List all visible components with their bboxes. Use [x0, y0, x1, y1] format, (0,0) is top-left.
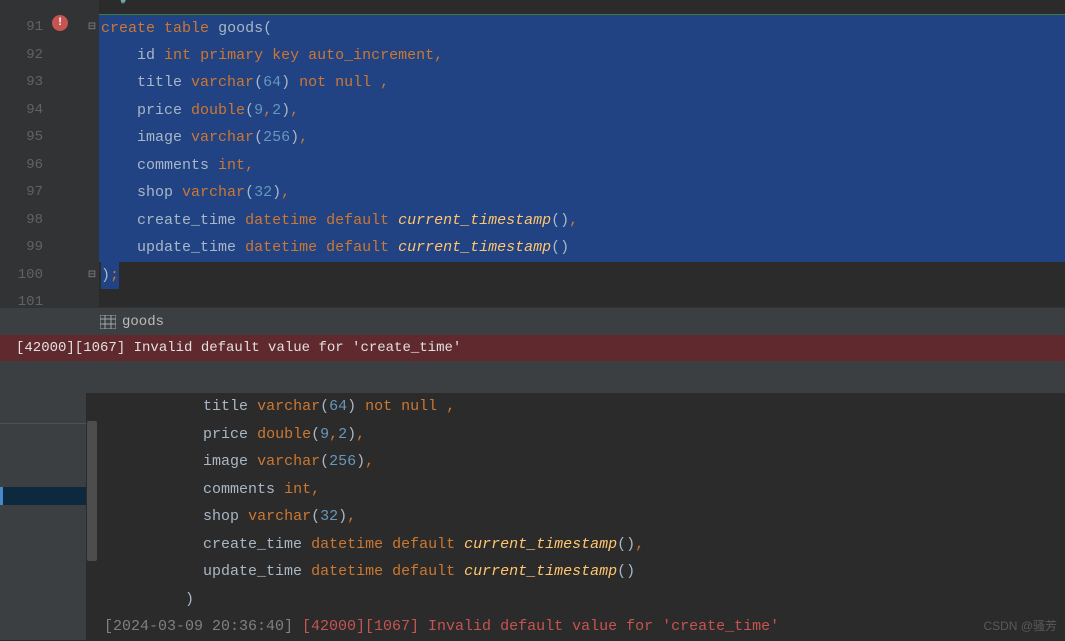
- console-line: title varchar(64) not null ,: [104, 393, 1065, 421]
- left-margin: [0, 0, 10, 307]
- code-line[interactable]: [99, 289, 1065, 317]
- line-number: 100: [10, 262, 43, 290]
- line-number: 98: [10, 207, 43, 235]
- console-error-line: [2024-03-09 20:36:40] [42000][1067] Inva…: [104, 613, 1065, 641]
- code-editor[interactable]: 919293949596979899100101 ! ⊟ ⊟ 💡 create …: [0, 0, 1065, 307]
- gutter: !: [47, 0, 85, 307]
- line-number: 99: [10, 234, 43, 262]
- code-line[interactable]: create_time datetime default current_tim…: [99, 207, 1065, 235]
- line-number: 92: [10, 42, 43, 70]
- console-line: shop varchar(32),: [104, 503, 1065, 531]
- fold-close-icon[interactable]: ⊟: [85, 262, 99, 290]
- fold-column: ⊟ ⊟: [85, 0, 99, 307]
- line-number: 95: [10, 124, 43, 152]
- scrollbar-thumb[interactable]: [87, 421, 97, 561]
- error-text: [42000][1067] Invalid default value for …: [16, 340, 461, 356]
- console-line: update_time datetime default current_tim…: [104, 558, 1065, 586]
- code-line[interactable]: create table goods(: [99, 14, 1065, 42]
- code-line[interactable]: );: [99, 262, 1065, 290]
- line-number: 91: [10, 14, 43, 42]
- line-number: 97: [10, 179, 43, 207]
- code-line[interactable]: image varchar(256),: [99, 124, 1065, 152]
- console-selected-indicator: [0, 487, 86, 505]
- code-line[interactable]: price double(9,2),: [99, 97, 1065, 125]
- console-line: create_time datetime default current_tim…: [104, 531, 1065, 559]
- code-line[interactable]: comments int,: [99, 152, 1065, 180]
- code-line[interactable]: update_time datetime default current_tim…: [99, 234, 1065, 262]
- watermark: CSDN @骚芳: [983, 617, 1057, 634]
- table-icon: [100, 315, 116, 329]
- code-line[interactable]: title varchar(64) not null ,: [99, 69, 1065, 97]
- splitter: [0, 361, 1065, 393]
- line-numbers: 919293949596979899100101: [10, 0, 47, 307]
- console-scrollbar[interactable]: [86, 393, 98, 640]
- line-number: 101: [10, 289, 43, 317]
- line-number: 96: [10, 152, 43, 180]
- fold-open-icon[interactable]: ⊟: [85, 14, 99, 42]
- console-content[interactable]: title varchar(64) not null , price doubl…: [98, 393, 1065, 640]
- error-icon[interactable]: !: [52, 15, 68, 31]
- console-sidebar[interactable]: [0, 393, 86, 640]
- bulb-icon[interactable]: 💡: [115, 0, 131, 5]
- console-divider: [0, 423, 86, 424]
- error-bar: [42000][1067] Invalid default value for …: [0, 335, 1065, 361]
- console-line: price double(9,2),: [104, 421, 1065, 449]
- code-line[interactable]: shop varchar(32),: [99, 179, 1065, 207]
- console-line: ): [104, 586, 1065, 614]
- code-line[interactable]: id int primary key auto_increment,: [99, 42, 1065, 70]
- console[interactable]: title varchar(64) not null , price doubl…: [0, 393, 1065, 640]
- console-line: comments int,: [104, 476, 1065, 504]
- line-number: 93: [10, 69, 43, 97]
- console-line: image varchar(256),: [104, 448, 1065, 476]
- line-number: 94: [10, 97, 43, 125]
- code-content[interactable]: 💡 create table goods( id int primary key…: [99, 0, 1065, 307]
